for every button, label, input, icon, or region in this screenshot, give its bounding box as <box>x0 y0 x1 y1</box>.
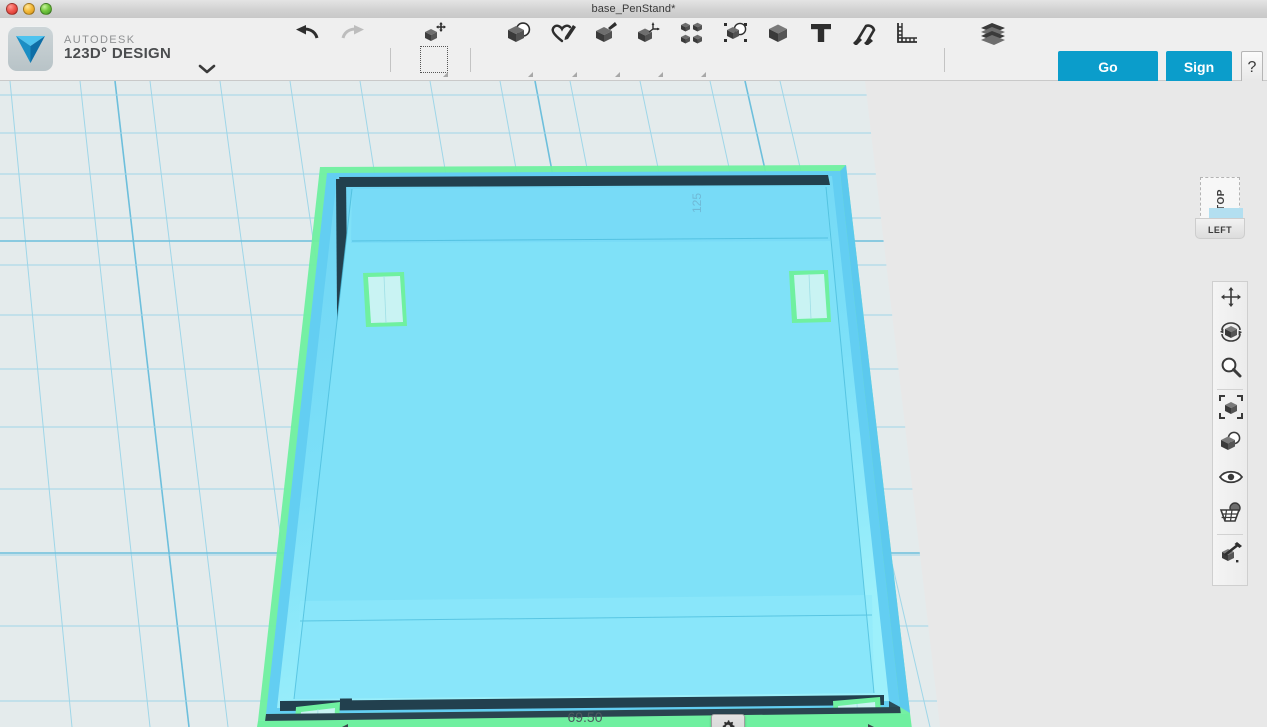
view-cube[interactable]: TOP LEFT <box>1195 177 1245 239</box>
transform-tool-button[interactable] <box>419 18 449 48</box>
eye-icon <box>1218 469 1244 490</box>
redo-button <box>338 18 368 48</box>
zoom-tool-button[interactable] <box>1213 352 1249 387</box>
window-controls <box>6 3 52 15</box>
undo-button[interactable] <box>292 18 322 48</box>
close-button[interactable] <box>6 3 18 15</box>
undo-arrow-icon <box>295 24 319 42</box>
go-premium-button[interactable]: Go Premium <box>1058 51 1158 108</box>
toolbar-separator <box>944 48 945 72</box>
dropdown-corner-marker <box>701 72 706 77</box>
toolbar-separator <box>390 48 391 72</box>
modify-tool-button[interactable] <box>634 18 664 48</box>
cube-paintbrush-icon <box>1219 540 1243 569</box>
brand-block[interactable]: AUTODESK 123D° DESIGN <box>8 26 171 71</box>
combine-tool-button[interactable] <box>764 18 794 48</box>
pen-stand-base-model <box>257 165 912 727</box>
view-cube-top-face[interactable]: TOP <box>1200 177 1243 222</box>
cube-move-icon <box>421 21 447 45</box>
toolbar-divider <box>1217 389 1243 390</box>
primitives-tool-button[interactable] <box>504 18 534 48</box>
sketch-tool-button[interactable] <box>548 18 578 48</box>
grid-sphere-icon <box>1219 501 1243 528</box>
app-window: base_PenStand* AUTODESK 123D° DESIGN Go … <box>0 0 1267 727</box>
solid-cube-icon <box>766 21 792 45</box>
brand-text: AUTODESK 123D° DESIGN <box>64 34 172 63</box>
ruler-icon <box>895 21 919 45</box>
3d-viewport[interactable]: 125 69.50 TOP LEFT <box>0 81 1267 727</box>
navigation-toolbar <box>1212 281 1248 586</box>
pan-tool-button[interactable] <box>1213 282 1249 317</box>
view-cube-front-face[interactable]: LEFT <box>1195 218 1245 239</box>
transform-tool-active-outline <box>420 46 448 73</box>
dropdown-corner-marker <box>658 72 663 77</box>
window-title: base_PenStand* <box>591 3 676 15</box>
chevron-down-icon[interactable] <box>197 62 217 80</box>
cube-circle-dots-icon <box>722 20 750 46</box>
cube-arrows-icon <box>636 21 662 45</box>
gear-icon <box>720 719 736 727</box>
snap-tool-button[interactable] <box>849 18 879 48</box>
fit-to-view-button[interactable] <box>1213 392 1249 427</box>
toolbar-divider <box>1217 534 1243 535</box>
measure-tool-button[interactable] <box>892 18 922 48</box>
material-tool-button[interactable] <box>978 18 1008 48</box>
dimension-value-label: 69.50 <box>567 709 603 725</box>
app-header: AUTODESK 123D° DESIGN Go Sign ? <box>0 18 1267 108</box>
minimize-button[interactable] <box>23 3 35 15</box>
grouping-tool-button[interactable] <box>721 18 751 48</box>
dropdown-corner-marker <box>615 72 620 77</box>
help-button[interactable]: ? <box>1241 51 1263 84</box>
materials-button[interactable] <box>1213 537 1249 572</box>
grid-and-model <box>0 81 940 727</box>
zoom-button[interactable] <box>40 3 52 15</box>
cube-extrude-icon <box>593 21 619 45</box>
text-T-icon <box>809 21 833 45</box>
text-tool-button[interactable] <box>806 18 836 48</box>
layers-stack-icon <box>979 21 1007 45</box>
orbit-cube-icon <box>1219 321 1243 348</box>
magnifier-zoom-icon <box>1220 356 1242 383</box>
window-titlebar: base_PenStand* <box>0 0 1267 19</box>
four-arrows-pan-icon <box>1220 286 1242 313</box>
grid-snap-button[interactable] <box>1213 497 1249 532</box>
dropdown-corner-marker <box>528 72 533 77</box>
four-cubes-icon <box>680 21 704 45</box>
pattern-tool-button[interactable] <box>677 18 707 48</box>
heart-pen-icon <box>549 21 577 45</box>
dropdown-corner-marker <box>443 72 448 77</box>
cube-sphere-icon <box>505 21 533 45</box>
cube-fit-brackets-icon <box>1219 395 1243 424</box>
magnet-icon <box>851 21 877 45</box>
toolbar-separator <box>470 48 471 72</box>
dimension-settings-button[interactable] <box>711 714 745 727</box>
sign-in-button[interactable]: Sign In <box>1166 51 1232 108</box>
visual-style-button[interactable] <box>1213 427 1249 462</box>
brand-product: 123D° DESIGN <box>64 45 172 63</box>
cube-sphere-shade-icon <box>1219 431 1243 458</box>
dropdown-corner-marker <box>572 72 577 77</box>
vertical-dimension-label: 125 <box>690 192 704 213</box>
construct-tool-button[interactable] <box>591 18 621 48</box>
autodesk-123d-logo-icon <box>8 26 53 71</box>
orbit-tool-button[interactable] <box>1213 317 1249 352</box>
redo-arrow-icon <box>341 24 365 42</box>
visibility-button[interactable] <box>1213 462 1249 497</box>
